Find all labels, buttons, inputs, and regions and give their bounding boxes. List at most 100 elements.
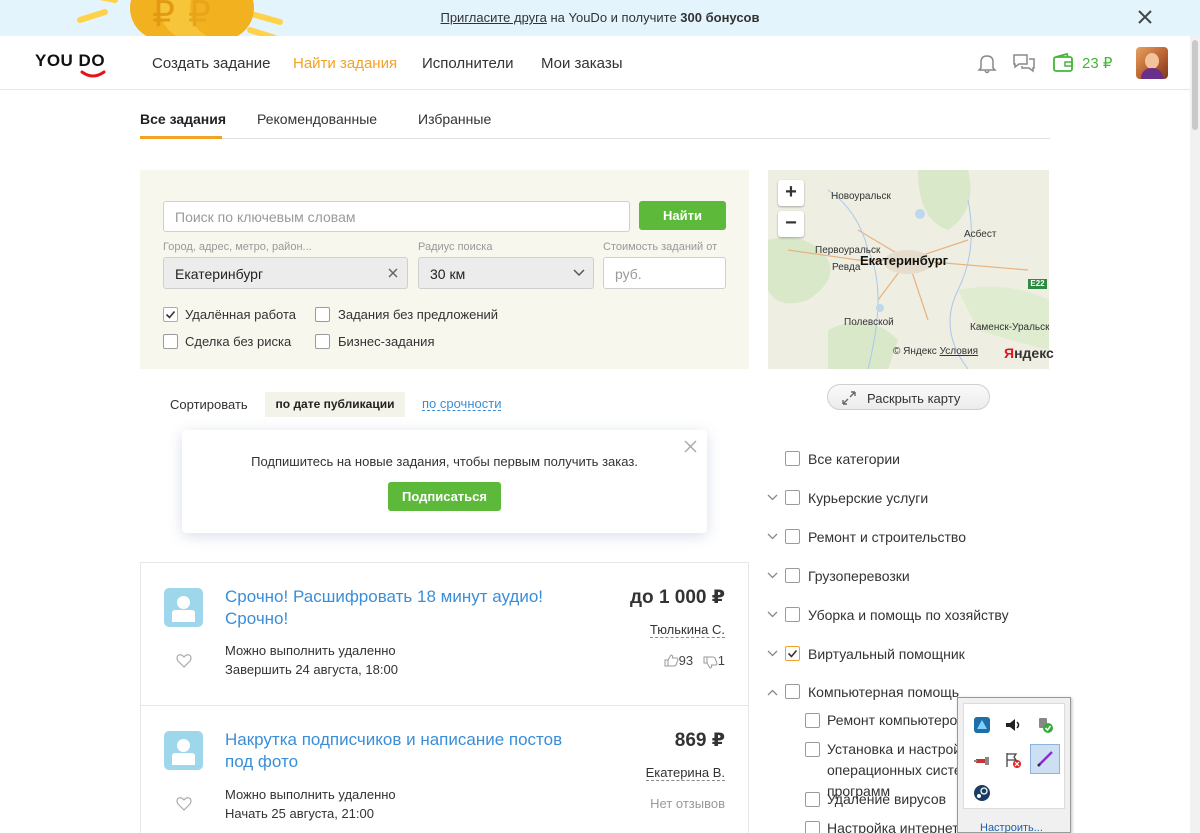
- category-repair[interactable]: Ремонт и строительство: [808, 529, 966, 545]
- task-title[interactable]: Срочно! Расшифровать 18 минут аудио! Сро…: [225, 586, 580, 630]
- category-cargo[interactable]: Грузоперевозки: [808, 568, 910, 584]
- pen-icon[interactable]: [1036, 750, 1054, 768]
- chevron-up-icon[interactable]: [767, 689, 778, 696]
- map-label-kamensk: Каменск-Уральский: [970, 322, 1049, 333]
- map[interactable]: [768, 170, 1049, 369]
- task-reviews: 93 1: [664, 653, 725, 669]
- subcategory-internet-setup[interactable]: Настройка интернета: [827, 818, 966, 833]
- invite-friend-link[interactable]: Пригласите друга: [440, 10, 546, 25]
- checkmark-icon: [165, 310, 176, 319]
- category-checkbox-all[interactable]: [785, 451, 800, 466]
- category-checkbox-repair[interactable]: [785, 529, 800, 544]
- tabs-divider: [140, 138, 1050, 139]
- map-copyright: © Яндекс Условия: [893, 346, 979, 357]
- category-cleaning[interactable]: Уборка и помощь по хозяйству: [808, 607, 1009, 623]
- tab-recommended[interactable]: Рекомендованные: [257, 111, 377, 127]
- nav-performers[interactable]: Исполнители: [422, 55, 514, 72]
- active-tab-indicator: [140, 136, 222, 139]
- subcategory-checkbox[interactable]: [805, 713, 820, 728]
- nav-my-orders[interactable]: Мои заказы: [541, 55, 623, 72]
- task-remote: Можно выполнить удаленно: [225, 643, 396, 658]
- remote-work-checkbox[interactable]: [163, 307, 178, 322]
- sort-label: Сортировать: [170, 397, 248, 412]
- task-author[interactable]: Тюлькина С.: [649, 623, 725, 638]
- chevron-down-icon[interactable]: [767, 494, 778, 501]
- close-icon[interactable]: [1136, 8, 1154, 26]
- map-terms-link[interactable]: Условия: [940, 346, 979, 357]
- task-card[interactable]: Срочно! Расшифровать 18 минут аудио! Сро…: [140, 562, 749, 706]
- task-price: 869 ₽: [674, 730, 725, 751]
- road-badge: E22: [1028, 279, 1047, 289]
- subcategory-checkbox[interactable]: [805, 742, 820, 757]
- category-checkbox-computer-help[interactable]: [785, 684, 800, 699]
- search-input[interactable]: [163, 201, 630, 232]
- nav-find-tasks[interactable]: Найти задания: [293, 55, 397, 72]
- zoom-in-button[interactable]: +: [778, 180, 804, 206]
- security-check-icon[interactable]: [1036, 716, 1054, 734]
- subscribe-button[interactable]: Подписаться: [388, 482, 501, 511]
- radius-select[interactable]: 30 км: [418, 257, 594, 289]
- search-button[interactable]: Найти: [639, 201, 726, 230]
- business-tasks-checkbox[interactable]: [315, 334, 330, 349]
- tab-all-tasks[interactable]: Все задания: [140, 111, 226, 127]
- heart-icon[interactable]: [176, 653, 192, 668]
- wallet-balance[interactable]: 23 ₽: [1082, 54, 1112, 72]
- subcategory-checkbox[interactable]: [805, 792, 820, 807]
- nav-create-task[interactable]: Создать задание: [152, 55, 271, 72]
- task-card[interactable]: Накрутка подписчиков и написание постов …: [140, 705, 749, 833]
- subcategory-checkbox[interactable]: [805, 821, 820, 833]
- chevron-down-icon[interactable]: [767, 572, 778, 579]
- map-label-asbest: Асбест: [964, 229, 997, 240]
- expand-icon: [842, 391, 856, 405]
- network-icon[interactable]: [973, 751, 991, 769]
- category-checkbox-cargo[interactable]: [785, 568, 800, 583]
- sort-by-urgency[interactable]: по срочности: [422, 397, 502, 411]
- category-virtual-assistant[interactable]: Виртуальный помощник: [808, 646, 965, 662]
- business-tasks-label[interactable]: Бизнес-задания: [338, 334, 434, 349]
- logo[interactable]: YOU DO: [35, 51, 105, 71]
- sort-by-date[interactable]: по дате публикации: [265, 392, 405, 417]
- subcategory-virus-removal[interactable]: Удаление вирусов: [827, 789, 946, 810]
- task-remote: Можно выполнить удаленно: [225, 787, 396, 802]
- category-all[interactable]: Все категории: [808, 451, 900, 467]
- category-checkbox-cleaning[interactable]: [785, 607, 800, 622]
- steam-icon[interactable]: [973, 784, 991, 802]
- remote-work-label[interactable]: Удалённая работа: [185, 307, 296, 322]
- chevron-down-icon[interactable]: [767, 533, 778, 540]
- category-computer-help[interactable]: Компьютерная помощь: [808, 684, 959, 700]
- site-header: YOU DO Создать задание Найти задания Исп…: [0, 36, 1190, 90]
- subcategory-computer-repair[interactable]: Ремонт компьютеров: [827, 710, 965, 731]
- yandex-logo: Яндекс: [1004, 345, 1054, 361]
- safe-deal-checkbox[interactable]: [163, 334, 178, 349]
- heart-icon[interactable]: [176, 796, 192, 811]
- no-offers-checkbox[interactable]: [315, 307, 330, 322]
- category-checkbox-virtual-assistant[interactable]: [785, 646, 800, 661]
- chevron-down-icon[interactable]: [767, 611, 778, 618]
- city-field[interactable]: Екатеринбург: [163, 257, 408, 289]
- task-title[interactable]: Накрутка подписчиков и написание постов …: [225, 729, 580, 773]
- close-icon[interactable]: [684, 440, 697, 453]
- safe-deal-label[interactable]: Сделка без риска: [185, 334, 291, 349]
- chevron-down-icon[interactable]: [767, 650, 778, 657]
- open-map-button[interactable]: Раскрыть карту: [827, 384, 990, 410]
- scrollbar[interactable]: [1190, 36, 1200, 833]
- map-label-revda: Ревда: [832, 262, 861, 273]
- tab-favorites[interactable]: Избранные: [418, 111, 491, 127]
- category-courier[interactable]: Курьерские услуги: [808, 490, 928, 506]
- avatar: [164, 588, 203, 627]
- category-checkbox-courier[interactable]: [785, 490, 800, 505]
- tray-customize-link[interactable]: Настроить...: [980, 822, 1043, 833]
- chat-icon[interactable]: [1012, 52, 1036, 74]
- avatar[interactable]: [1136, 47, 1168, 79]
- bell-icon[interactable]: [975, 52, 999, 74]
- clear-icon[interactable]: [387, 267, 399, 279]
- scrollbar-thumb[interactable]: [1192, 40, 1198, 130]
- wallet-icon[interactable]: [1052, 52, 1076, 74]
- zoom-out-button[interactable]: −: [778, 211, 804, 237]
- task-author[interactable]: Екатерина В.: [645, 766, 725, 781]
- app-icon[interactable]: [973, 716, 991, 734]
- no-offers-label[interactable]: Задания без предложений: [338, 307, 498, 322]
- volume-icon[interactable]: [1004, 716, 1022, 734]
- flag-error-icon[interactable]: [1004, 751, 1022, 769]
- cost-input[interactable]: руб.: [603, 257, 726, 289]
